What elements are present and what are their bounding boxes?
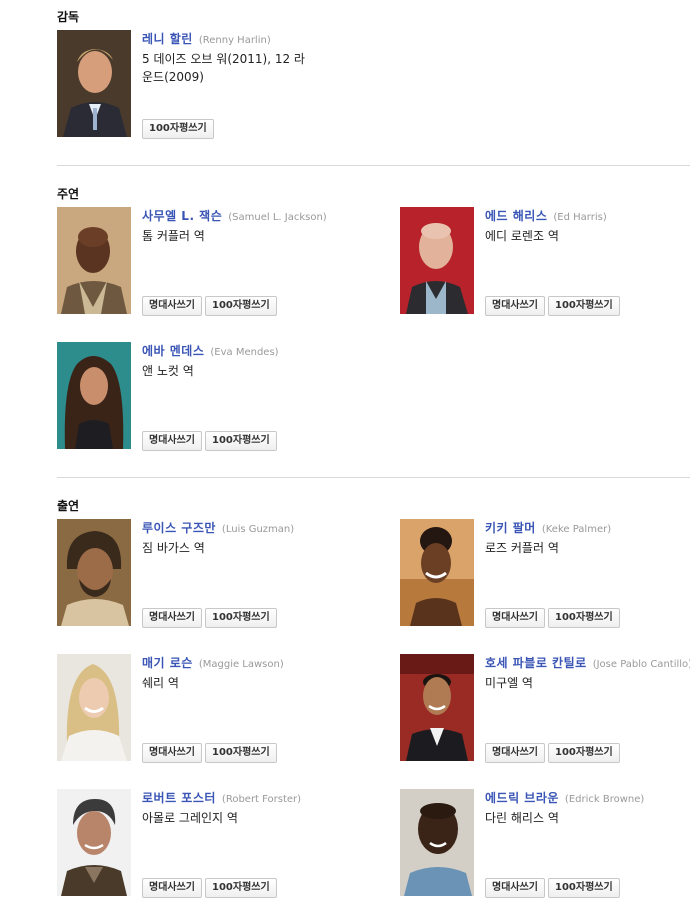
person-card-keke: 키키 팔머 (Keke Palmer) 로즈 커플러 역 명대사쓰기 100자평쓰기 [400, 519, 690, 628]
person-role: 로즈 커플러 역 [485, 541, 559, 555]
write-quote-button[interactable]: 명대사쓰기 [485, 743, 545, 763]
write-quote-button[interactable]: 명대사쓰기 [142, 296, 202, 316]
write-review-button[interactable]: 100자평쓰기 [205, 608, 277, 628]
person-name-link[interactable]: 사무엘 L. 잭슨 [142, 209, 222, 223]
person-card-maggie: 매기 로슨 (Maggie Lawson) 쉐리 역 명대사쓰기 100자평쓰기 [57, 654, 357, 763]
person-english-name: (Keke Palmer) [541, 524, 612, 535]
person-english-name: (Jose Pablo Cantillo) [592, 659, 690, 670]
person-role: 톰 커플러 역 [142, 229, 205, 243]
person-card-jose: 호세 파블로 칸틸로 (Jose Pablo Cantillo) 미구엘 역 명대… [400, 654, 690, 763]
person-photo[interactable] [57, 519, 131, 626]
person-card-luis: 루이스 구즈만 (Luis Guzman) 짐 바가스 역 명대사쓰기 100자평쓰… [57, 519, 357, 628]
write-review-button[interactable]: 100자평쓰기 [205, 431, 277, 451]
write-review-button[interactable]: 100자평쓰기 [205, 743, 277, 763]
write-review-button[interactable]: 100자평쓰기 [205, 296, 277, 316]
person-card-renny: 레니 할린 (Renny Harlin) 5 데이즈 오브 워(2011), 12… [57, 30, 357, 139]
person-name-link[interactable]: 키키 팔머 [485, 521, 536, 535]
person-role: 아몰로 그레인지 역 [142, 811, 238, 825]
person-name-link[interactable]: 로버트 포스터 [142, 791, 216, 805]
section-divider [57, 477, 690, 478]
write-review-button[interactable]: 100자평쓰기 [548, 878, 620, 898]
write-quote-button[interactable]: 명대사쓰기 [485, 608, 545, 628]
person-card-ed: 에드 해리스 (Ed Harris) 에디 로렌조 역 명대사쓰기 100자평쓰기 [400, 207, 690, 316]
person-english-name: (Edrick Browne) [564, 794, 645, 805]
person-name-link[interactable]: 에드 해리스 [485, 209, 547, 223]
write-quote-button[interactable]: 명대사쓰기 [485, 878, 545, 898]
person-photo[interactable] [400, 789, 474, 896]
write-review-button[interactable]: 100자평쓰기 [548, 296, 620, 316]
write-quote-button[interactable]: 명대사쓰기 [142, 743, 202, 763]
write-quote-button[interactable]: 명대사쓰기 [142, 878, 202, 898]
person-card-samuel: 사무엘 L. 잭슨 (Samuel L. Jackson) 톰 커플러 역 명대사… [57, 207, 357, 316]
person-role: 앤 노컷 역 [142, 364, 194, 378]
person-role: 짐 바가스 역 [142, 541, 205, 555]
person-english-name: (Maggie Lawson) [198, 659, 284, 670]
person-card-robert: 로버트 포스터 (Robert Forster) 아몰로 그레인지 역 명대사쓰기… [57, 789, 357, 898]
person-name-link[interactable]: 매기 로슨 [142, 656, 193, 670]
write-quote-button[interactable]: 명대사쓰기 [142, 431, 202, 451]
person-role: 쉐리 역 [142, 676, 179, 690]
person-photo[interactable] [57, 342, 131, 449]
section-title-lead: 주연 [57, 187, 80, 201]
person-card-edrick: 에드릭 브라운 (Edrick Browne) 다린 해리스 역 명대사쓰기 100… [400, 789, 690, 898]
person-photo[interactable] [57, 654, 131, 761]
write-review-button[interactable]: 100자평쓰기 [548, 608, 620, 628]
person-english-name: (Renny Harlin) [198, 35, 271, 46]
write-quote-button[interactable]: 명대사쓰기 [142, 608, 202, 628]
write-review-button[interactable]: 100자평쓰기 [548, 743, 620, 763]
person-name-link[interactable]: 에바 멘데스 [142, 344, 204, 358]
person-english-name: (Ed Harris) [553, 212, 607, 223]
person-photo[interactable] [57, 207, 131, 314]
person-photo[interactable] [400, 519, 474, 626]
person-filmography: 5 데이즈 오브 워(2011), 12 라운드(2009) [142, 52, 305, 84]
person-role: 미구엘 역 [485, 676, 533, 690]
write-review-button[interactable]: 100자평쓰기 [205, 878, 277, 898]
person-role: 에디 로렌조 역 [485, 229, 559, 243]
person-photo[interactable] [400, 207, 474, 314]
person-name-link[interactable]: 루이스 구즈만 [142, 521, 216, 535]
section-divider [57, 165, 690, 166]
person-english-name: (Robert Forster) [221, 794, 302, 805]
write-review-button[interactable]: 100자평쓰기 [142, 119, 214, 139]
person-english-name: (Samuel L. Jackson) [228, 212, 327, 223]
write-quote-button[interactable]: 명대사쓰기 [485, 296, 545, 316]
person-name-link[interactable]: 호세 파블로 칸틸로 [485, 656, 587, 670]
person-card-eva: 에바 멘데스 (Eva Mendes) 앤 노컷 역 명대사쓰기 100자평쓰기 [57, 342, 357, 451]
section-title-director: 감독 [57, 10, 80, 24]
person-photo[interactable] [400, 654, 474, 761]
person-name-link[interactable]: 레니 할린 [142, 32, 193, 46]
section-title-cast: 출연 [57, 499, 80, 513]
person-english-name: (Luis Guzman) [221, 524, 295, 535]
person-english-name: (Eva Mendes) [210, 347, 279, 358]
person-role: 다린 해리스 역 [485, 811, 559, 825]
person-photo[interactable] [57, 789, 131, 896]
person-name-link[interactable]: 에드릭 브라운 [485, 791, 559, 805]
person-photo[interactable] [57, 30, 131, 137]
